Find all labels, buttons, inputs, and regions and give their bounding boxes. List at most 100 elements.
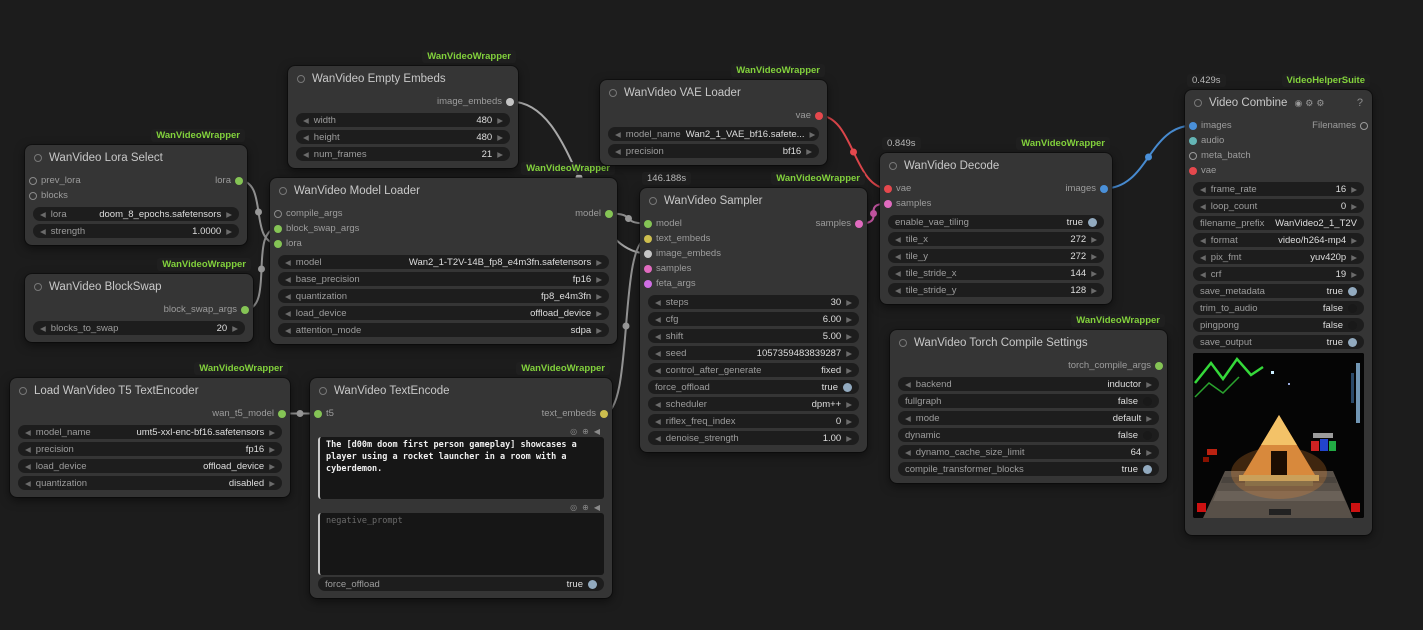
increment-arrow-icon[interactable]: ▶ [1351,270,1357,279]
increment-arrow-icon[interactable]: ▶ [1091,286,1097,295]
widget-width[interactable]: ◀width480▶ [296,113,510,127]
widget-dynamic[interactable]: dynamicfalse [898,428,1159,442]
decrement-arrow-icon[interactable]: ◀ [905,448,911,457]
node-wanvideo-decode[interactable]: 0.849s WanVideoWrapper WanVideo Decode v… [880,153,1112,304]
settings-icon[interactable]: ⚙ [1305,98,1313,109]
output-slot-block_swap_args[interactable] [241,306,249,314]
increment-arrow-icon[interactable]: ▶ [1146,380,1152,389]
widget-attention_mode[interactable]: ◀attention_modesdpa▶ [278,323,609,337]
widget-shift[interactable]: ◀shift5.00▶ [648,329,859,343]
decrement-arrow-icon[interactable]: ◀ [895,252,901,261]
increment-arrow-icon[interactable]: ▶ [226,210,232,219]
widget-trim_to_audio[interactable]: trim_to_audiofalse [1193,301,1364,315]
decrement-arrow-icon[interactable]: ◀ [905,380,911,389]
toggle-knob[interactable] [1088,218,1097,227]
toggle-knob[interactable] [843,383,852,392]
increment-arrow-icon[interactable]: ▶ [1091,252,1097,261]
increment-arrow-icon[interactable]: ▶ [1091,269,1097,278]
decrement-arrow-icon[interactable]: ◀ [285,309,291,318]
decrement-arrow-icon[interactable]: ◀ [655,315,661,324]
widget-mode[interactable]: ◀modedefault▶ [898,411,1159,425]
decrement-arrow-icon[interactable]: ◀ [895,286,901,295]
output-slot-torch_compile_args[interactable] [1155,362,1163,370]
widget-load_device[interactable]: ◀load_deviceoffload_device▶ [18,459,282,473]
increment-arrow-icon[interactable]: ▶ [497,150,503,159]
node-wanvideo-empty-embeds[interactable]: WanVideoWrapper WanVideo Empty Embeds im… [288,66,518,168]
increment-arrow-icon[interactable]: ▶ [846,434,852,443]
decrement-arrow-icon[interactable]: ◀ [655,349,661,358]
increment-arrow-icon[interactable]: ▶ [596,258,602,267]
widget-frame_rate[interactable]: ◀frame_rate16▶ [1193,182,1364,196]
widget-lora[interactable]: ◀loradoom_8_epochs.safetensors▶ [33,207,239,221]
decrement-arrow-icon[interactable]: ◀ [285,326,291,335]
input-slot-model[interactable] [644,220,652,228]
increment-arrow-icon[interactable]: ▶ [1351,236,1357,245]
decrement-arrow-icon[interactable]: ◀ [615,147,621,156]
output-slot-samples[interactable] [855,220,863,228]
output-slot-lora[interactable] [235,177,243,185]
widget-fullgraph[interactable]: fullgraphfalse [898,394,1159,408]
increment-arrow-icon[interactable]: ▶ [1351,185,1357,194]
widget-format[interactable]: ◀formatvideo/h264-mp4▶ [1193,233,1364,247]
widget-scheduler[interactable]: ◀schedulerdpm++▶ [648,397,859,411]
widget-seed[interactable]: ◀seed1057359483839287▶ [648,346,859,360]
increment-arrow-icon[interactable]: ▶ [226,227,232,236]
node-header[interactable]: Load WanVideo T5 TextEncoder [10,378,290,404]
toggle-knob[interactable] [1348,338,1357,347]
output-slot-model[interactable] [605,210,613,218]
decrement-arrow-icon[interactable]: ◀ [303,116,309,125]
view-icon[interactable]: ◎ [570,503,577,512]
widget-backend[interactable]: ◀backendinductor▶ [898,377,1159,391]
widget-force_offload[interactable]: force_offloadtrue [318,577,604,591]
input-slot-vae[interactable] [1189,167,1197,175]
add-icon[interactable]: ⊕ [582,503,589,512]
node-header[interactable]: WanVideo TextEncode [310,378,612,404]
node-header[interactable]: WanVideo Empty Embeds [288,66,518,92]
node-wanvideo-model-loader[interactable]: WanVideoWrapper WanVideo Model Loader co… [270,178,617,344]
collapse-dot-icon[interactable] [649,197,657,205]
toggle-knob[interactable] [588,580,597,589]
toggle-knob[interactable] [1143,465,1152,474]
collapse-dot-icon[interactable] [889,162,897,170]
collapse-dot-icon[interactable] [34,154,42,162]
add-icon[interactable]: ⊕ [582,427,589,436]
decrement-arrow-icon[interactable]: ◀ [655,434,661,443]
widget-denoise_strength[interactable]: ◀denoise_strength1.00▶ [648,431,859,445]
node-wanvideo-textencode[interactable]: WanVideoWrapper WanVideo TextEncode t5te… [310,378,612,598]
node-header[interactable]: WanVideo BlockSwap [25,274,253,300]
node-wanvideo-sampler[interactable]: 146.188s WanVideoWrapper WanVideo Sample… [640,188,867,452]
input-slot-text_embeds[interactable] [644,235,652,243]
output-slot-vae[interactable] [815,112,823,120]
decrement-arrow-icon[interactable]: ◀ [303,133,309,142]
widget-quantization[interactable]: ◀quantizationfp8_e4m3fn▶ [278,289,609,303]
node-header[interactable]: WanVideo Torch Compile Settings [890,330,1167,356]
decrement-arrow-icon[interactable]: ◀ [655,366,661,375]
widget-dynamo_cache_size_limit[interactable]: ◀dynamo_cache_size_limit64▶ [898,445,1159,459]
toggle-knob[interactable] [1348,321,1357,330]
output-slot-images[interactable] [1100,185,1108,193]
decrement-arrow-icon[interactable]: ◀ [655,298,661,307]
input-slot-block_swap_args[interactable] [274,225,282,233]
increment-arrow-icon[interactable]: ▶ [269,428,275,437]
node-graph-canvas[interactable]: WanVideoWrapper WanVideo Lora Select pre… [0,0,1423,630]
input-slot-feta_args[interactable] [644,280,652,288]
increment-arrow-icon[interactable]: ▶ [269,479,275,488]
input-slot-samples[interactable] [644,265,652,273]
increment-arrow-icon[interactable]: ▶ [846,366,852,375]
input-slot-audio[interactable] [1189,137,1197,145]
increment-arrow-icon[interactable]: ▶ [806,147,812,156]
node-video-combine[interactable]: 0.429s VideoHelperSuite Video Combine ◉⚙… [1185,90,1372,535]
widget-save_metadata[interactable]: save_metadatatrue [1193,284,1364,298]
input-slot-blocks[interactable] [29,192,37,200]
toggle-knob[interactable] [1348,304,1357,313]
input-slot-compile_args[interactable] [274,210,282,218]
decrement-arrow-icon[interactable]: ◀ [655,332,661,341]
increment-arrow-icon[interactable]: ▶ [596,292,602,301]
collapse-dot-icon[interactable] [1194,99,1202,107]
decrement-arrow-icon[interactable]: ◀ [285,275,291,284]
decrement-arrow-icon[interactable]: ◀ [655,400,661,409]
widget-strength[interactable]: ◀strength1.0000▶ [33,224,239,238]
input-slot-images[interactable] [1189,122,1197,130]
decrement-arrow-icon[interactable]: ◀ [895,269,901,278]
collapse-dot-icon[interactable] [899,339,907,347]
